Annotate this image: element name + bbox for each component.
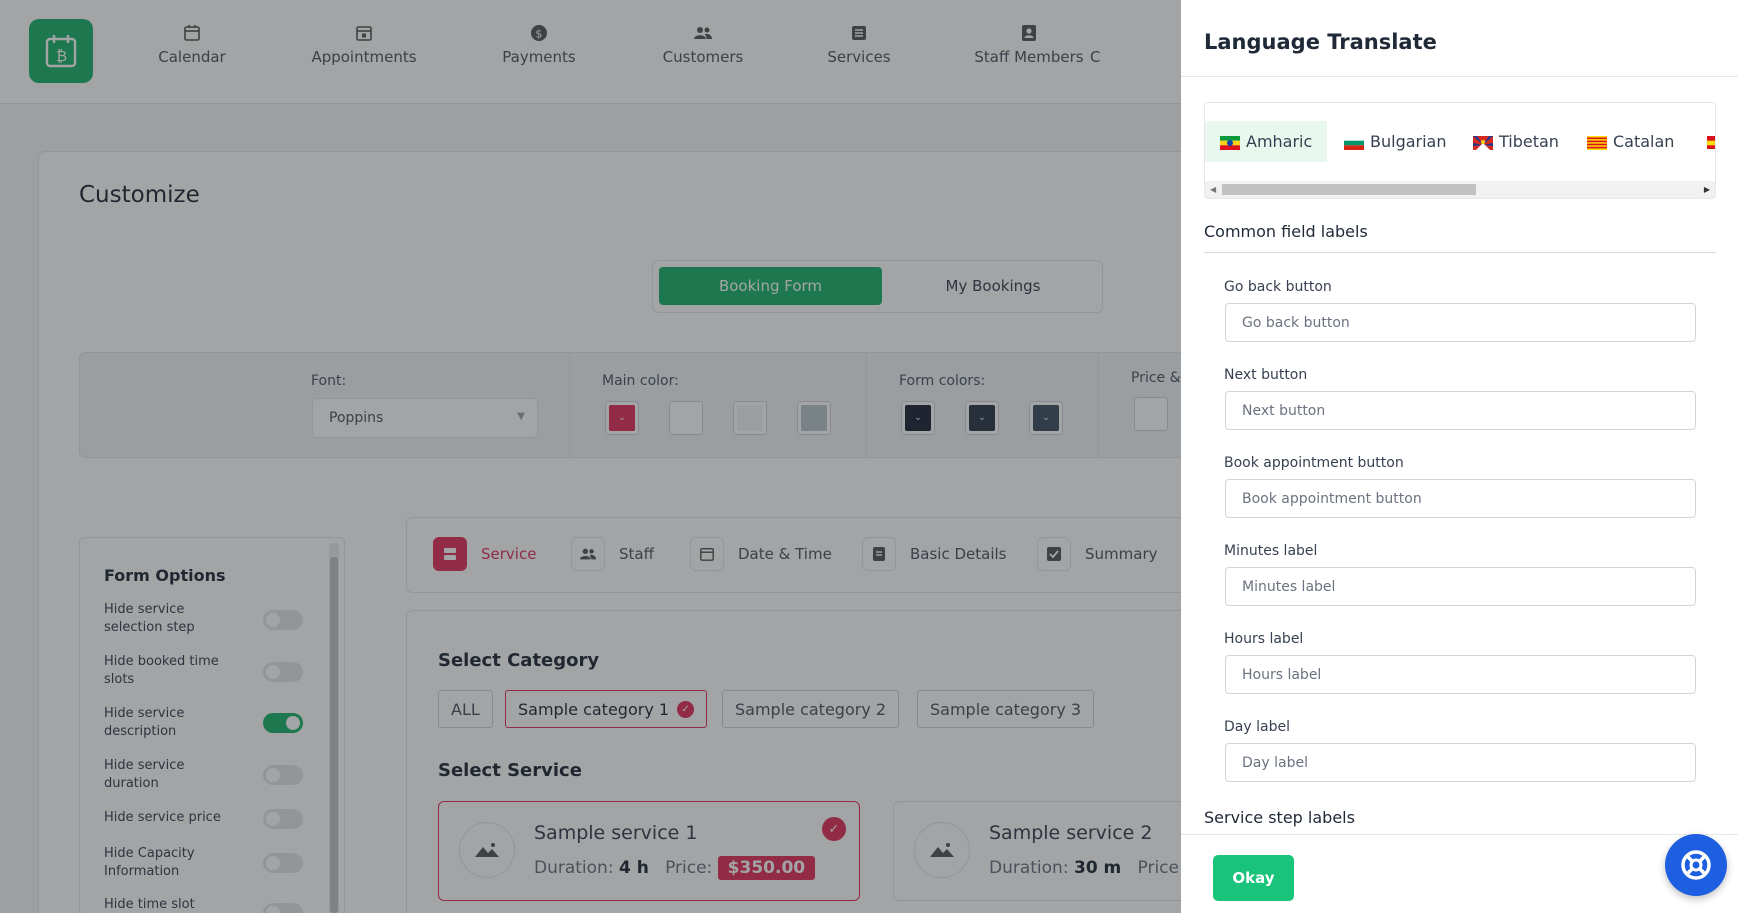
scroll-right-icon[interactable]: ▶ <box>1704 185 1710 194</box>
help-button[interactable] <box>1665 834 1727 896</box>
common-labels-title: Common field labels <box>1204 222 1368 241</box>
hours-label-input[interactable] <box>1225 655 1696 694</box>
catalonia-flag-icon <box>1587 135 1607 150</box>
scrollbar-thumb[interactable] <box>1222 184 1476 195</box>
scroll-left-icon[interactable]: ◀ <box>1210 185 1216 194</box>
day-label-input[interactable] <box>1225 743 1696 782</box>
minutes-label-input[interactable] <box>1225 567 1696 606</box>
language-tab-bulgarian[interactable]: Bulgarian <box>1329 121 1462 162</box>
ethiopia-flag-icon <box>1220 135 1240 150</box>
field-label: Next button <box>1224 367 1308 383</box>
field-label: Day label <box>1224 719 1290 735</box>
language-tab-next[interactable] <box>1692 121 1721 162</box>
language-label: Amharic <box>1246 132 1313 151</box>
field-label: Go back button <box>1224 279 1332 295</box>
field-label: Minutes label <box>1224 543 1318 559</box>
bulgaria-flag-icon <box>1344 135 1364 150</box>
language-tab-catalan[interactable]: Catalan <box>1572 121 1689 162</box>
field-label: Hours label <box>1224 631 1304 647</box>
drawer-divider <box>1181 76 1738 77</box>
service-step-labels-title: Service step labels <box>1204 808 1355 827</box>
language-label: Bulgarian <box>1370 132 1447 151</box>
field-label: Book appointment button <box>1224 455 1404 471</box>
tibet-flag-icon <box>1473 135 1493 150</box>
next-button-input[interactable] <box>1225 391 1696 430</box>
language-label: Catalan <box>1613 132 1675 151</box>
lifebuoy-icon <box>1681 850 1711 880</box>
flag-icon <box>1707 135 1715 149</box>
language-tabs-scrollbar[interactable]: ◀ ▶ <box>1205 181 1715 198</box>
section-divider <box>1204 252 1716 253</box>
book-appointment-button-input[interactable] <box>1225 479 1696 518</box>
language-label: Tibetan <box>1499 132 1559 151</box>
go-back-button-input[interactable] <box>1225 303 1696 342</box>
language-tab-amharic[interactable]: Amharic <box>1205 121 1328 162</box>
okay-button[interactable]: Okay <box>1213 855 1294 901</box>
language-tab-tibetan[interactable]: Tibetan <box>1458 121 1574 162</box>
drawer-title: Language Translate <box>1204 30 1437 54</box>
